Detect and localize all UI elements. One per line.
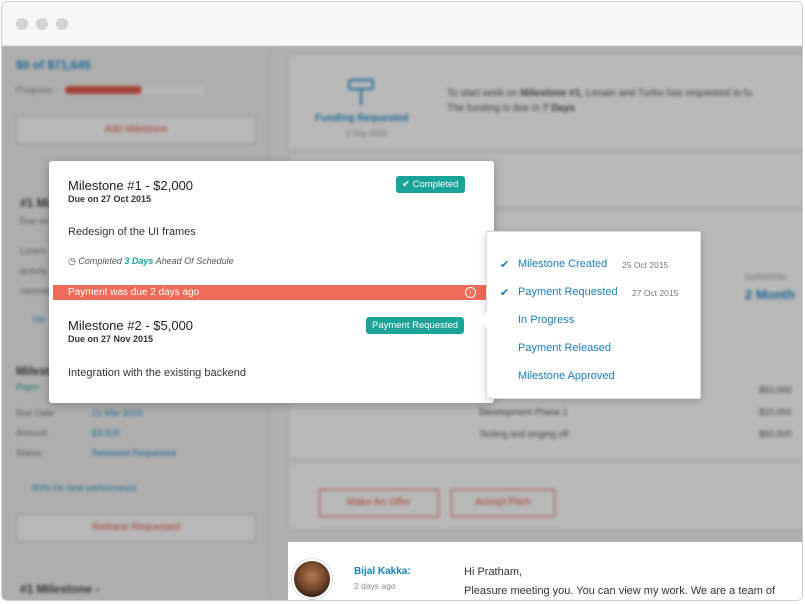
message-sender[interactable]: Bijal Kakka: <box>354 566 411 577</box>
avatar[interactable] <box>292 559 332 599</box>
message-body: Pleasure meeting you. You can view my wo… <box>464 585 776 597</box>
message-time: 2 days ago <box>354 581 396 591</box>
message-greeting: Hi Pratham, <box>464 566 523 578</box>
window-close-dot[interactable] <box>16 18 28 30</box>
milestones-popup: Milestone #1 - $2,000 Due on 27 Oct 2015… <box>49 161 494 403</box>
status-label: Payment Released <box>518 342 611 354</box>
milestone-2-description: Integration with the existing backend <box>68 367 246 379</box>
milestone-1-description: Redesign of the UI frames <box>68 226 196 238</box>
window-minimize-dot[interactable] <box>36 18 48 30</box>
status-date: 27 Oct 2015 <box>632 288 679 298</box>
status-label: Milestone Created <box>518 258 608 270</box>
check-icon: ✔ <box>500 259 510 271</box>
payment-due-text: Payment was due 2 days ago <box>68 287 200 298</box>
status-dropdown: ✔ Milestone Created 25 Oct 2015 ✔ Paymen… <box>479 231 701 399</box>
check-icon: ✔ <box>402 179 413 190</box>
download-icon[interactable]: ↓ <box>465 287 476 298</box>
check-icon: ✔ <box>500 287 510 299</box>
milestone-1-due: Due on 27 Oct 2015 <box>68 194 152 204</box>
status-item-payment-released[interactable]: Payment Released <box>487 338 700 362</box>
status-item-milestone-approved[interactable]: Milestone Approved <box>487 366 700 390</box>
milestone-2-due: Due on 27 Nov 2015 <box>68 334 154 344</box>
completion-note: ◷ Completed 3 Days Ahead Of Schedule <box>68 256 234 266</box>
window-maximize-dot[interactable] <box>56 18 68 30</box>
completed-badge[interactable]: ✔ Completed <box>396 176 465 193</box>
clock-icon: ◷ <box>68 256 79 266</box>
milestone-1-title: Milestone #1 - $2,000 <box>68 178 194 193</box>
status-item-in-progress[interactable]: In Progress <box>487 310 700 334</box>
dropdown-caret <box>479 312 487 328</box>
status-date: 25 Oct 2015 <box>622 260 669 270</box>
status-label: Payment Requested <box>518 286 618 298</box>
milestone-2-title: Milestone #2 - $5,000 <box>68 318 194 333</box>
payment-due-bar: Payment was due 2 days ago ↓ <box>53 285 490 300</box>
status-item-payment-requested[interactable]: ✔ Payment Requested 27 Oct 2015 <box>487 282 700 306</box>
window-titlebar <box>2 2 802 46</box>
status-label: Milestone Approved <box>518 370 615 382</box>
payment-requested-badge[interactable]: Payment Requested <box>366 317 465 334</box>
status-item-milestone-created[interactable]: ✔ Milestone Created 25 Oct 2015 <box>487 254 700 278</box>
status-label: In Progress <box>518 314 575 326</box>
